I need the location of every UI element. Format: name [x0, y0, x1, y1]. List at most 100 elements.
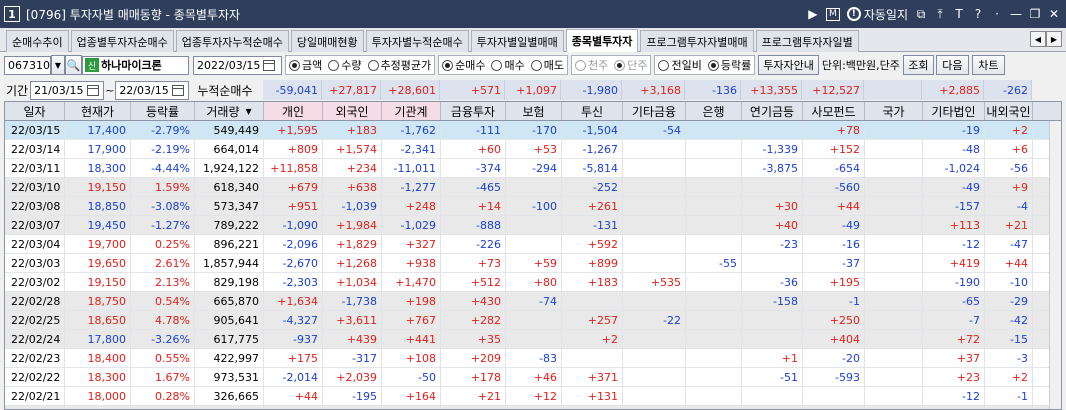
- table-cell: +198: [382, 292, 441, 310]
- table-cell: [865, 235, 923, 253]
- table-row[interactable]: 22/03/02 19,150 2.13% 829,198 -2,303 +1,034 +1…: [5, 273, 1061, 292]
- tab-1[interactable]: 업종별투자자순매수: [70, 30, 174, 52]
- tab-3[interactable]: 당일매매현황: [290, 30, 364, 52]
- column-header-2[interactable]: 등락률: [131, 102, 195, 120]
- chart-button[interactable]: 차트: [971, 55, 1005, 75]
- radio_unit-radio-2[interactable]: 추정평균가: [367, 57, 431, 73]
- table-row[interactable]: 22/02/25 18,650 4.78% 905,641 -4,327 +3,611 +7…: [5, 311, 1061, 330]
- column-header-3[interactable]: 거래량 ▼: [195, 102, 264, 120]
- column-header-7[interactable]: 금융투자: [441, 102, 506, 120]
- table-cell: 973,531: [195, 368, 264, 386]
- table-cell: +12: [506, 387, 562, 405]
- table-row[interactable]: 22/02/1817,9500.28%371,764-1,137+1,163-1…: [5, 406, 1061, 409]
- column-header-5[interactable]: 외국인: [323, 102, 382, 120]
- window-icon[interactable]: ⧉: [915, 6, 927, 22]
- help-icon[interactable]: ?: [972, 6, 984, 22]
- tab-5[interactable]: 투자자별일별매매: [470, 30, 564, 52]
- period-to-input[interactable]: 22/03/15: [115, 80, 190, 100]
- vertical-scrollbar[interactable]: [1049, 121, 1061, 409]
- column-header-11[interactable]: 은행: [686, 102, 742, 120]
- next-button[interactable]: 다음: [935, 55, 969, 75]
- monitor-icon[interactable]: M: [825, 7, 840, 21]
- autolog-button[interactable]: ! 자동일지: [846, 6, 908, 23]
- column-header-1[interactable]: 현재가: [65, 102, 131, 120]
- column-header-16[interactable]: 내외국인: [985, 102, 1033, 120]
- tab-4[interactable]: 투자자별누적순매수: [365, 30, 469, 52]
- radio-label: 매도: [543, 59, 564, 72]
- period-from-input[interactable]: 21/03/15: [30, 80, 105, 100]
- table-row[interactable]: 22/03/07 19,450 -1.27% 789,222 -1,090 +1,984-…: [5, 216, 1061, 235]
- table-cell: +3,611: [323, 311, 382, 329]
- column-header-15[interactable]: 기타법인: [923, 102, 985, 120]
- table-row[interactable]: 22/02/22 18,300 1.67% 973,531 -2,014 +2,039 -5…: [5, 368, 1061, 387]
- column-header-6[interactable]: 기관계: [382, 102, 441, 120]
- table-row[interactable]: 22/03/10 19,150 1.59% 618,340 +679 +638 -1,277…: [5, 178, 1061, 197]
- column-header-14[interactable]: 국가: [865, 102, 923, 120]
- table-cell: +261: [562, 197, 623, 215]
- cumulative-sum-cell: [864, 80, 922, 100]
- table-row[interactable]: 22/03/08 18,850 -3.08% 573,347 +951 -1,039 +24…: [5, 197, 1061, 216]
- pin-icon[interactable]: ⤒: [934, 6, 946, 22]
- investor-guide-button[interactable]: 투자자안내: [758, 55, 819, 75]
- tab-8[interactable]: 프로그램투자자일별: [755, 30, 859, 52]
- code-dropdown-icon[interactable]: ▼: [51, 55, 65, 75]
- table-row[interactable]: 22/03/03 19,650 2.61% 1,857,944 -2,670 +1,268…: [5, 254, 1061, 273]
- table-row[interactable]: 22/02/24 17,800 -3.26% 617,775 -937 +439 +441 +…: [5, 330, 1061, 349]
- restore-icon[interactable]: ❐: [1029, 6, 1041, 22]
- calendar-icon[interactable]: [86, 84, 99, 96]
- radio_type-radio-1[interactable]: 매수: [491, 57, 525, 73]
- tab-6[interactable]: 종목별투자자: [565, 29, 639, 52]
- radio_unit-radio-0[interactable]: 금액: [289, 57, 322, 73]
- date-input[interactable]: 2022/03/15: [193, 55, 282, 75]
- radio_share-radio-1[interactable]: 단주: [614, 57, 647, 73]
- column-header-4[interactable]: 개인: [264, 102, 323, 120]
- close-icon[interactable]: ✕: [1048, 6, 1060, 22]
- stock-name-field[interactable]: 신 하나마이크론: [82, 55, 189, 75]
- radio_type-radio-0[interactable]: 순매수: [442, 57, 485, 73]
- column-header-8[interactable]: 보험: [506, 102, 562, 120]
- tab-right-arrow-icon[interactable]: ▶: [1046, 31, 1062, 47]
- arrow-right-icon[interactable]: ▶: [807, 6, 819, 22]
- column-header-label: 일자: [23, 104, 46, 119]
- tab-2[interactable]: 업종투자자누적순매수: [175, 30, 289, 52]
- table-cell: 0.28%: [131, 406, 195, 409]
- calendar-icon[interactable]: [171, 84, 184, 96]
- tab-left-arrow-icon[interactable]: ◀: [1030, 31, 1046, 47]
- table-cell: +1,470: [382, 273, 441, 291]
- cumulative-sum-cell: -136: [685, 80, 741, 100]
- sort-down-icon[interactable]: ▼: [245, 107, 251, 116]
- tab-7[interactable]: 프로그램투자자별매매: [640, 30, 754, 52]
- column-header-9[interactable]: 투신: [562, 102, 623, 120]
- table-cell: +1,034: [323, 273, 382, 291]
- search-icon[interactable]: 🔍: [65, 55, 82, 75]
- table-row[interactable]: 22/03/14 17,900 -2.19% 664,014 +809 +1,574 -2,…: [5, 140, 1061, 159]
- radio_ratio-radio-0[interactable]: 전일비: [658, 57, 702, 73]
- window-number[interactable]: 1: [4, 6, 20, 22]
- table-cell: +938: [382, 254, 441, 272]
- table-cell: -3.26%: [131, 330, 195, 348]
- text-icon[interactable]: T: [953, 6, 965, 22]
- table-cell: +73: [441, 254, 506, 272]
- info-icon: !: [846, 7, 861, 21]
- column-header-13[interactable]: 사모펀드: [803, 102, 865, 120]
- minimize-icon[interactable]: —: [1010, 6, 1022, 22]
- table-row[interactable]: 22/02/23 18,400 0.55% 422,997 +175 -317 +108 +2…: [5, 349, 1061, 368]
- radio-dot-icon: [289, 59, 300, 71]
- radio_type-radio-2[interactable]: 매도: [530, 57, 564, 73]
- radio_ratio-radio-1[interactable]: 등락률: [707, 57, 751, 73]
- table-row[interactable]: 22/03/15 17,400 -2.79% 549,449 +1,595 +183 -1,…: [5, 121, 1061, 140]
- table-row[interactable]: 22/03/11 18,300 -4.44% 1,924,122 +11,858 +234…: [5, 159, 1061, 178]
- column-header-12[interactable]: 연기금등: [742, 102, 803, 120]
- calendar-icon[interactable]: [263, 59, 276, 71]
- tab-0[interactable]: 순매수추이: [6, 30, 69, 52]
- table-row[interactable]: 22/02/21 18,000 0.28% 326,665 +44 -195 +164 +21…: [5, 387, 1061, 406]
- table-row[interactable]: 22/02/28 18,750 0.54% 665,870 +1,634 -1,738 +1…: [5, 292, 1061, 311]
- stock-code-input[interactable]: 067310: [4, 55, 51, 75]
- radio_share-radio-0[interactable]: 천주: [574, 57, 608, 73]
- column-header-0[interactable]: 일자: [5, 102, 65, 120]
- table-cell: 4.78%: [131, 311, 195, 329]
- table-row[interactable]: 22/03/04 19,700 0.25% 896,221 -2,096 +1,829 +3…: [5, 235, 1061, 254]
- radio_unit-radio-1[interactable]: 수량: [328, 57, 362, 73]
- column-header-10[interactable]: 기타금융: [623, 102, 686, 120]
- query-button[interactable]: 조회: [902, 55, 934, 75]
